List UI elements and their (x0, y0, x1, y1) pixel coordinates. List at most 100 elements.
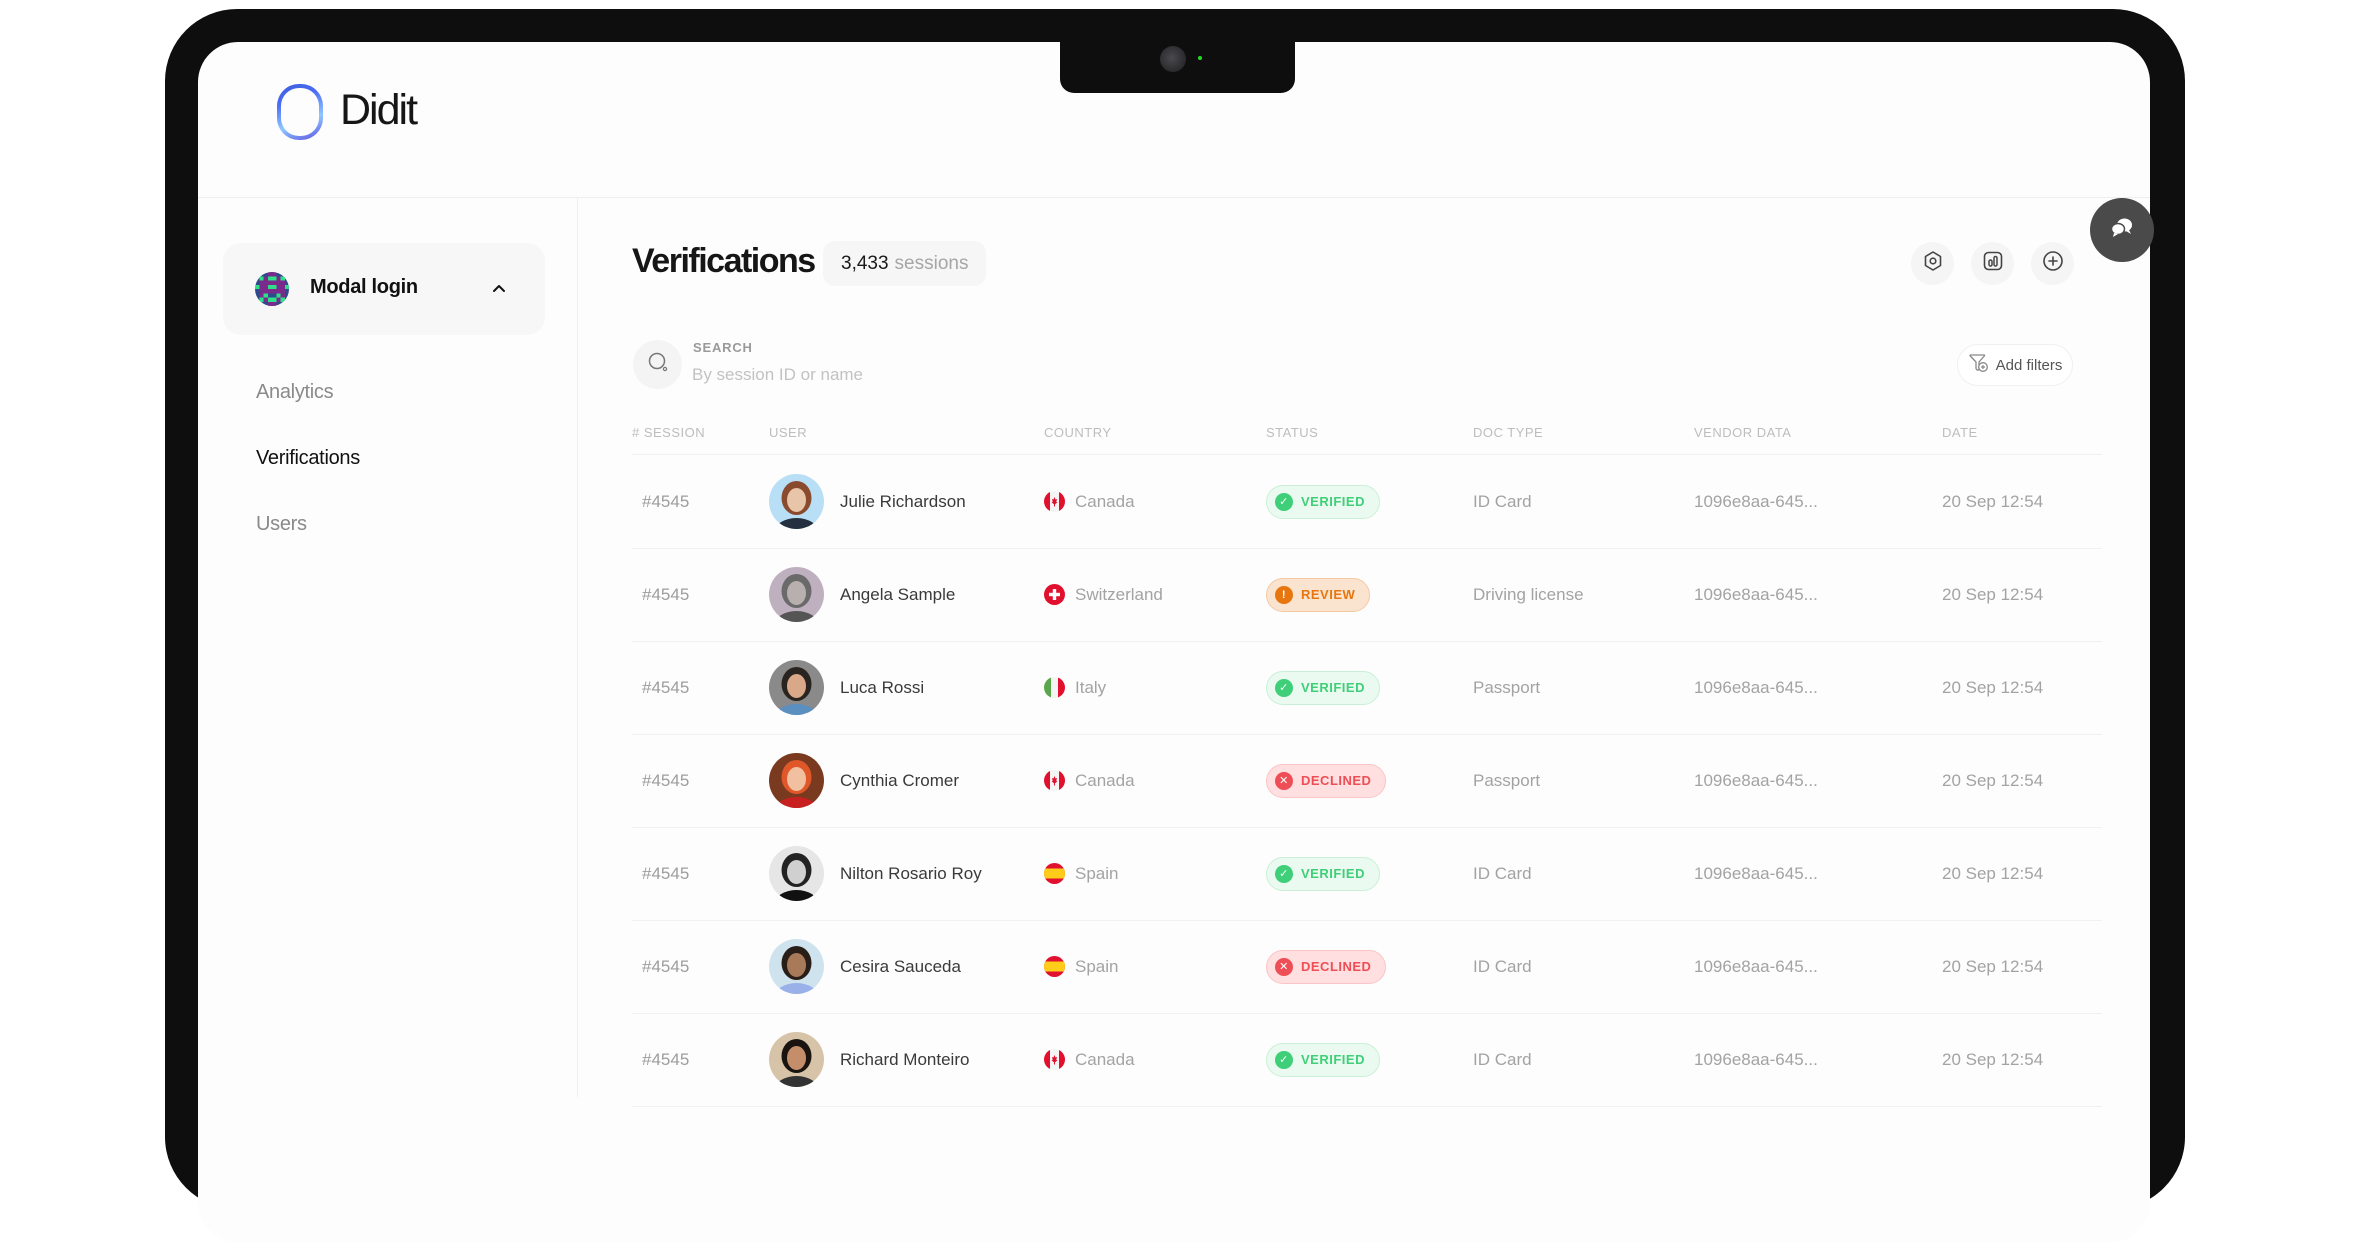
country-name: Canada (1075, 770, 1135, 790)
user-name[interactable]: Richard Monteiro (840, 1050, 969, 1070)
user-name[interactable]: Nilton Rosario Roy (840, 864, 982, 884)
table-row[interactable]: #4545 Angela Sample Switzerland ! REVIEW… (632, 548, 2102, 641)
date: 20 Sep 12:54 (1942, 584, 2044, 604)
vendor-data: 1096e8aa-645... (1694, 677, 1818, 697)
date: 20 Sep 12:54 (1942, 491, 2044, 511)
chevron-up-icon[interactable] (488, 278, 510, 300)
session-id: #4545 (642, 863, 690, 883)
add-filters-button[interactable]: Add filters (1957, 344, 2073, 386)
add-button[interactable] (2031, 242, 2074, 285)
doc-type: Passport (1473, 770, 1541, 790)
header-divider (198, 197, 2150, 198)
brand-logo-icon (277, 84, 323, 140)
column-header-doc-type[interactable]: Doc type (1473, 425, 1543, 440)
column-header-status[interactable]: Status (1266, 425, 1318, 440)
status-label: VERIFIED (1301, 1052, 1365, 1067)
date: 20 Sep 12:54 (1942, 863, 2044, 883)
doc-type: ID Card (1473, 1049, 1532, 1069)
table-row[interactable]: #4545 Cesira Sauceda Spain ✕ DECLINED ID… (632, 920, 2102, 1013)
country-name: Spain (1075, 956, 1119, 976)
status-cell: ✓ VERIFIED (1266, 827, 1380, 920)
user-avatar (769, 939, 824, 994)
date: 20 Sep 12:54 (1942, 1049, 2044, 1069)
chat-button[interactable] (2090, 198, 2154, 262)
user-avatar (769, 474, 824, 529)
status-cell: ✕ DECLINED (1266, 920, 1387, 1013)
sidebar-item-users[interactable]: Users (256, 513, 307, 536)
sidebar-item-verifications[interactable]: Verifications (256, 447, 360, 470)
country-name: Switzerland (1075, 584, 1163, 604)
user-cell: Luca Rossi (769, 641, 924, 734)
date: 20 Sep 12:54 (1942, 677, 2044, 697)
country-cell: Switzerland (1044, 548, 1163, 641)
search-input[interactable] (692, 362, 1392, 388)
session-id: #4545 (642, 1049, 690, 1069)
table-row[interactable]: #4545 Nilton Rosario Roy Spain ✓ VERIFIE… (632, 827, 2102, 920)
column-header-country[interactable]: Country (1044, 425, 1112, 440)
country-name: Canada (1075, 491, 1135, 511)
user-name[interactable]: Cynthia Cromer (840, 771, 959, 791)
vendor-data: 1096e8aa-645... (1694, 491, 1818, 511)
search-icon (646, 350, 670, 379)
status-verified-icon: ✓ (1275, 492, 1293, 511)
add-circle-icon (2041, 249, 2065, 278)
page-title: Verifications (632, 242, 816, 280)
table-row[interactable]: #4545 Julie Richardson Canada ✓ VERIFIED… (632, 455, 2102, 548)
status-label: REVIEW (1301, 587, 1356, 602)
search-label: SEARCH (693, 340, 753, 355)
user-avatar (769, 660, 824, 715)
user-cell: Nilton Rosario Roy (769, 827, 982, 920)
status-review-icon: ! (1275, 585, 1293, 604)
user-avatar (769, 846, 824, 901)
settings-hexagon-icon (1921, 249, 1945, 278)
session-id: #4545 (642, 584, 690, 604)
country-name: Spain (1075, 863, 1119, 883)
country-cell: Canada (1044, 1013, 1135, 1106)
sidebar-item-analytics[interactable]: Analytics (256, 381, 334, 404)
doc-type: ID Card (1473, 863, 1532, 883)
user-name[interactable]: Luca Rossi (840, 678, 924, 698)
session-id: #4545 (642, 956, 690, 976)
status-badge: ! REVIEW (1266, 577, 1371, 612)
settings-button[interactable] (1911, 242, 1954, 285)
session-id: #4545 (642, 677, 690, 697)
status-label: VERIFIED (1301, 866, 1365, 881)
status-declined-icon: ✕ (1275, 771, 1293, 790)
user-avatar (769, 567, 824, 622)
country-cell: Spain (1044, 920, 1118, 1013)
status-label: VERIFIED (1301, 494, 1365, 509)
analytics-button[interactable] (1971, 242, 2014, 285)
user-name[interactable]: Julie Richardson (840, 492, 966, 512)
user-name[interactable]: Cesira Sauceda (840, 957, 961, 977)
column-header-session[interactable]: # Session (632, 425, 705, 440)
project-avatar (255, 272, 289, 306)
doc-type: Passport (1473, 677, 1541, 697)
flag-ca-icon (1044, 1049, 1065, 1070)
vendor-data: 1096e8aa-645... (1694, 584, 1818, 604)
user-avatar (769, 753, 824, 808)
column-header-user[interactable]: User (769, 425, 807, 440)
column-header-date[interactable]: Date (1942, 425, 1978, 440)
session-count: 3,433 (841, 252, 889, 274)
status-verified-icon: ✓ (1275, 678, 1293, 697)
date: 20 Sep 12:54 (1942, 770, 2044, 790)
table-row[interactable]: #4545 Richard Monteiro Canada ✓ VERIFIED… (632, 1013, 2102, 1106)
user-name[interactable]: Angela Sample (840, 585, 955, 605)
status-verified-icon: ✓ (1275, 864, 1293, 883)
country-cell: Italy (1044, 641, 1106, 734)
vendor-data: 1096e8aa-645... (1694, 863, 1818, 883)
flag-it-icon (1044, 677, 1065, 698)
country-name: Canada (1075, 1049, 1135, 1069)
table-row[interactable]: #4545 Luca Rossi Italy ✓ VERIFIED Passpo… (632, 641, 2102, 734)
country-name: Italy (1075, 677, 1107, 697)
doc-type: ID Card (1473, 956, 1532, 976)
search-button[interactable] (633, 340, 682, 389)
camera-led-icon (1198, 56, 1202, 60)
table-row[interactable]: #4545 Cynthia Cromer Canada ✕ DECLINED P… (632, 734, 2102, 827)
column-header-vendor-data[interactable]: Vendor data (1694, 425, 1791, 440)
country-cell: Spain (1044, 827, 1118, 920)
status-label: DECLINED (1301, 959, 1372, 974)
flag-ca-icon (1044, 491, 1065, 512)
doc-type: ID Card (1473, 491, 1532, 511)
status-cell: ✕ DECLINED (1266, 734, 1387, 827)
